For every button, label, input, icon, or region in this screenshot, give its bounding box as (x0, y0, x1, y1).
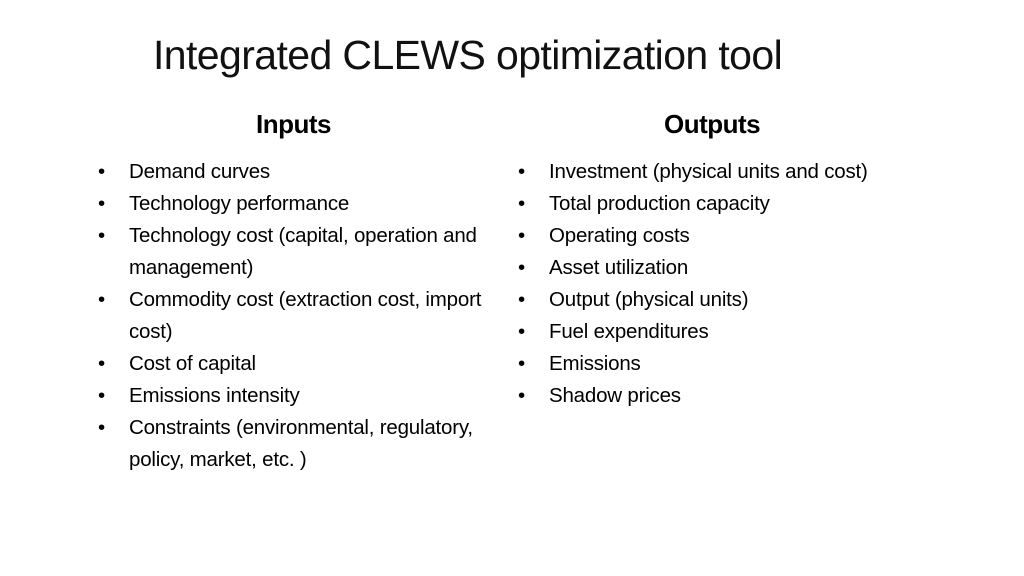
bullet-icon: • (518, 224, 525, 247)
list-item-text: Constraints (environmental, regulatory, … (129, 416, 473, 471)
list-item: • Commodity cost (extraction cost, import… (98, 284, 508, 348)
list-item-text: Fuel expenditures (549, 320, 709, 343)
outputs-list: • Investment (physical units and cost) • T… (518, 156, 948, 412)
list-item-text: Demand curves (129, 160, 270, 183)
list-item: • Fuel expenditures (518, 316, 948, 348)
bullet-icon: • (518, 352, 525, 375)
list-item-text: Operating costs (549, 224, 690, 247)
bullet-icon: • (98, 160, 105, 183)
list-item: • Constraints (environmental, regulatory,… (98, 412, 508, 476)
list-item: • Technology performance (98, 188, 508, 220)
list-item-text: Cost of capital (129, 352, 256, 375)
list-item: • Emissions (518, 348, 948, 380)
bullet-icon: • (98, 384, 105, 407)
list-item: • Asset utilization (518, 252, 948, 284)
outputs-heading: Outputs (664, 109, 761, 139)
list-item-text: Total production capacity (549, 192, 770, 215)
bullet-icon: • (98, 192, 105, 215)
list-item-text: Asset utilization (549, 256, 689, 279)
bullet-icon: • (518, 384, 525, 407)
list-item-text: Commodity cost (extraction cost, import … (129, 288, 482, 343)
list-item: • Cost of capital (98, 348, 508, 380)
list-item-text: Emissions (549, 352, 641, 375)
list-item-text: Output (physical units) (549, 288, 749, 311)
list-item: • Total production capacity (518, 188, 948, 220)
inputs-heading: Inputs (256, 109, 332, 139)
list-item: • Demand curves (98, 156, 508, 188)
list-item-text: Shadow prices (549, 384, 681, 407)
list-item: • Emissions intensity (98, 380, 508, 412)
list-item: • Operating costs (518, 220, 948, 252)
bullet-icon: • (518, 160, 525, 183)
bullet-icon: • (518, 256, 525, 279)
list-item: • Shadow prices (518, 380, 948, 412)
list-item-text: Emissions intensity (129, 384, 300, 407)
bullet-icon: • (98, 416, 105, 439)
inputs-list: • Demand curves • Technology performance •… (98, 156, 508, 476)
bullet-icon: • (518, 320, 525, 343)
bullet-icon: • (98, 224, 105, 247)
bullet-icon: • (518, 192, 525, 215)
bullet-icon: • (98, 352, 105, 375)
list-item: • Output (physical units) (518, 284, 948, 316)
slide-title: Integrated CLEWS optimization tool (153, 32, 783, 78)
list-item-text: Technology performance (129, 192, 350, 215)
bullet-icon: • (98, 288, 105, 311)
bullet-icon: • (518, 288, 525, 311)
list-item-text: Technology cost (capital, operation and … (129, 224, 477, 279)
list-item: • Technology cost (capital, operation and… (98, 220, 508, 284)
list-item-text: Investment (physical units and cost) (549, 160, 868, 183)
list-item: • Investment (physical units and cost) (518, 156, 948, 188)
